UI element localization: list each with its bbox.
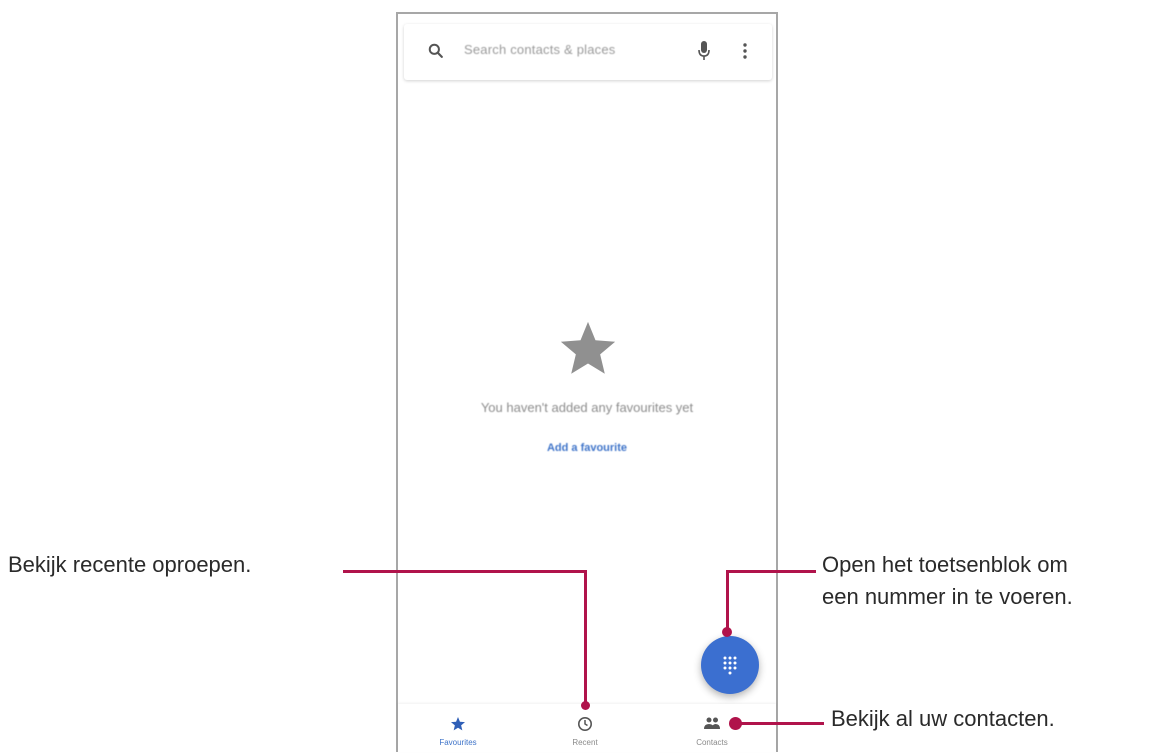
callout-line-contacts bbox=[738, 722, 824, 725]
callout-recent-calls: Bekijk recente oproepen. bbox=[8, 552, 252, 577]
dialpad-icon bbox=[723, 656, 737, 675]
nav-label-favourites: Favourites bbox=[439, 738, 477, 747]
search-input[interactable]: Search contacts & places bbox=[464, 42, 616, 57]
dialpad-button[interactable] bbox=[701, 636, 759, 694]
callout-dot-dialpad bbox=[722, 627, 732, 637]
callout-all-contacts: Bekijk al uw contacten. bbox=[831, 706, 1055, 731]
favourites-empty-star-icon bbox=[560, 321, 616, 374]
callout-line-dialpad-horizontal bbox=[726, 570, 816, 573]
nav-tab-recent[interactable]: Recent bbox=[525, 704, 645, 752]
callout-dot-contacts bbox=[729, 717, 742, 730]
star-icon bbox=[451, 717, 465, 731]
nav-tab-contacts[interactable]: Contacts bbox=[652, 704, 772, 752]
bottom-navigation: Favourites Recent Contacts bbox=[398, 704, 776, 752]
clock-icon bbox=[578, 717, 592, 731]
callout-line-recent-horizontal bbox=[343, 570, 587, 573]
callout-dot-recent bbox=[581, 701, 590, 710]
nav-label-recent: Recent bbox=[572, 738, 598, 747]
more-options-icon[interactable] bbox=[742, 40, 748, 62]
nav-tab-favourites[interactable]: Favourites bbox=[398, 704, 518, 752]
nav-label-contacts: Contacts bbox=[696, 738, 728, 747]
add-favourite-link[interactable]: Add a favourite bbox=[398, 442, 776, 454]
callout-dialpad-line2: een nummer in te voeren. bbox=[822, 584, 1073, 609]
search-bar[interactable]: Search contacts & places bbox=[404, 24, 772, 80]
callout-dialpad-line1: Open het toetsenblok om bbox=[822, 552, 1068, 577]
empty-favourites-message: You haven't added any favourites yet bbox=[480, 400, 694, 415]
phone-screen: Search contacts & places You haven't add… bbox=[396, 12, 778, 752]
people-icon bbox=[704, 717, 720, 729]
search-icon bbox=[428, 43, 443, 58]
mic-icon[interactable] bbox=[697, 40, 711, 62]
callout-line-dialpad-vertical bbox=[726, 570, 729, 632]
callout-line-recent-vertical bbox=[584, 570, 587, 706]
